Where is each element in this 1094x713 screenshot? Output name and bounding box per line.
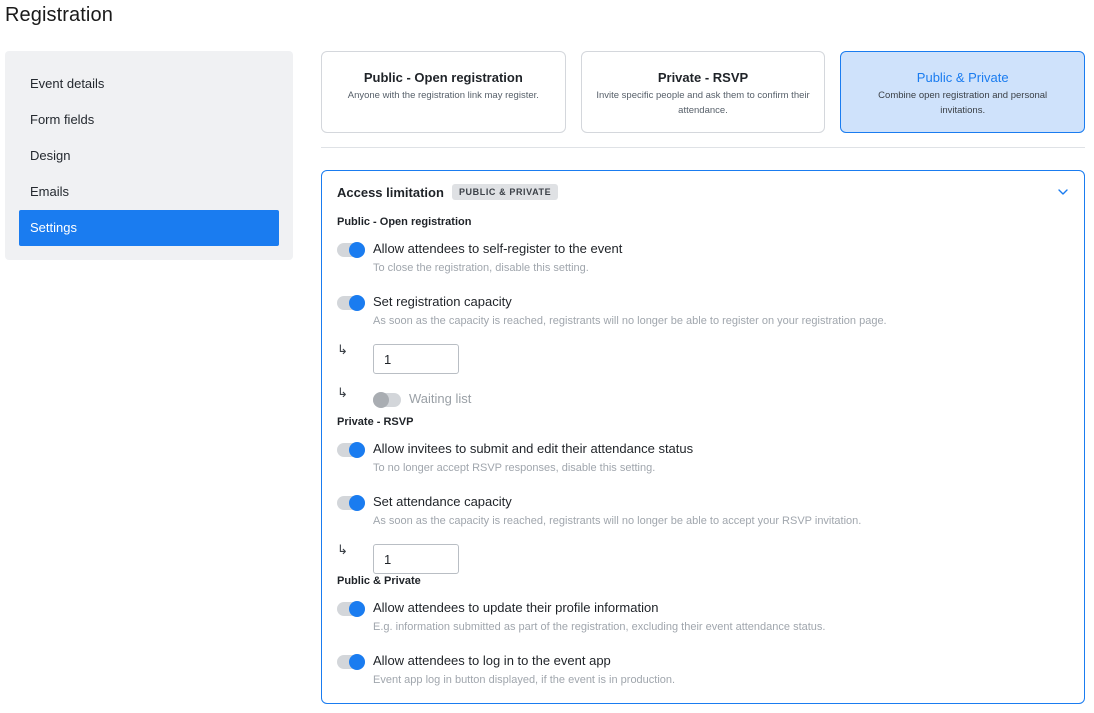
registration-type-selector: Public - Open registration Anyone with t…: [321, 51, 1086, 133]
panel-header: Access limitation PUBLIC & PRIVATE: [337, 184, 559, 200]
sub-setting-arrow-icon: ↳: [337, 342, 348, 357]
app-login-toggle[interactable]: [337, 654, 365, 670]
setting-help: As soon as the capacity is reached, regi…: [373, 515, 862, 527]
profile-update-toggle[interactable]: [337, 601, 365, 617]
attendance-capacity-toggle[interactable]: [337, 495, 365, 511]
setting-label: Allow invitees to submit and edit their …: [373, 441, 694, 456]
settings-sidebar: Event details Form fields Design Emails …: [5, 51, 293, 260]
section-heading-public: Public - Open registration: [337, 216, 472, 228]
sidebar-item-emails[interactable]: Emails: [19, 174, 279, 210]
registration-capacity-toggle[interactable]: [337, 295, 365, 311]
setting-label: Set registration capacity: [373, 294, 512, 309]
waiting-list-toggle[interactable]: [373, 392, 401, 408]
access-limitation-panel: Access limitation PUBLIC & PRIVATE Publi…: [321, 170, 1085, 704]
card-description: Combine open registration and personal i…: [878, 90, 1048, 116]
divider: [321, 147, 1085, 148]
setting-help: To close the registration, disable this …: [373, 262, 589, 274]
self-register-toggle[interactable]: [337, 242, 365, 258]
setting-label: Allow attendees to log in to the event a…: [373, 653, 611, 668]
sidebar-item-event-details[interactable]: Event details: [19, 66, 279, 102]
chevron-down-icon[interactable]: [1056, 185, 1070, 199]
card-title: Private - RSVP: [657, 70, 749, 85]
card-title: Public - Open registration: [363, 70, 523, 85]
setting-help: To no longer accept RSVP responses, disa…: [373, 462, 656, 474]
setting-help: Event app log in button displayed, if th…: [373, 674, 676, 686]
status-badge: PUBLIC & PRIVATE: [451, 184, 559, 200]
section-heading-public-private: Public & Private: [337, 575, 421, 587]
sidebar-item-settings[interactable]: Settings: [19, 210, 279, 246]
registration-capacity-input[interactable]: [373, 344, 459, 374]
registration-type-public-private-card[interactable]: Public & Private Combine open registrati…: [840, 51, 1086, 133]
setting-label: Set attendance capacity: [373, 494, 512, 509]
card-description: Anyone with the registration link may re…: [347, 90, 539, 101]
sub-setting-arrow-icon: ↳: [337, 385, 348, 400]
attendance-capacity-input[interactable]: [373, 544, 459, 574]
setting-help: As soon as the capacity is reached, regi…: [373, 315, 887, 327]
card-title: Public & Private: [916, 70, 1009, 85]
setting-label: Allow attendees to update their profile …: [373, 600, 659, 615]
setting-label: Allow attendees to self-register to the …: [373, 241, 623, 256]
setting-help: E.g. information submitted as part of th…: [373, 621, 826, 633]
registration-type-private-card[interactable]: Private - RSVP Invite specific people an…: [580, 51, 826, 133]
panel-title: Access limitation: [337, 184, 444, 200]
sidebar-item-form-fields[interactable]: Form fields: [19, 102, 279, 138]
card-description: Invite specific people and ask them to c…: [596, 90, 810, 116]
section-heading-private: Private - RSVP: [337, 416, 414, 428]
sub-setting-arrow-icon: ↳: [337, 542, 348, 557]
setting-label: Waiting list: [409, 391, 472, 406]
sidebar-item-design[interactable]: Design: [19, 138, 279, 174]
rsvp-toggle[interactable]: [337, 442, 365, 458]
registration-type-public-card[interactable]: Public - Open registration Anyone with t…: [321, 51, 566, 133]
page-title: Registration: [5, 4, 113, 26]
